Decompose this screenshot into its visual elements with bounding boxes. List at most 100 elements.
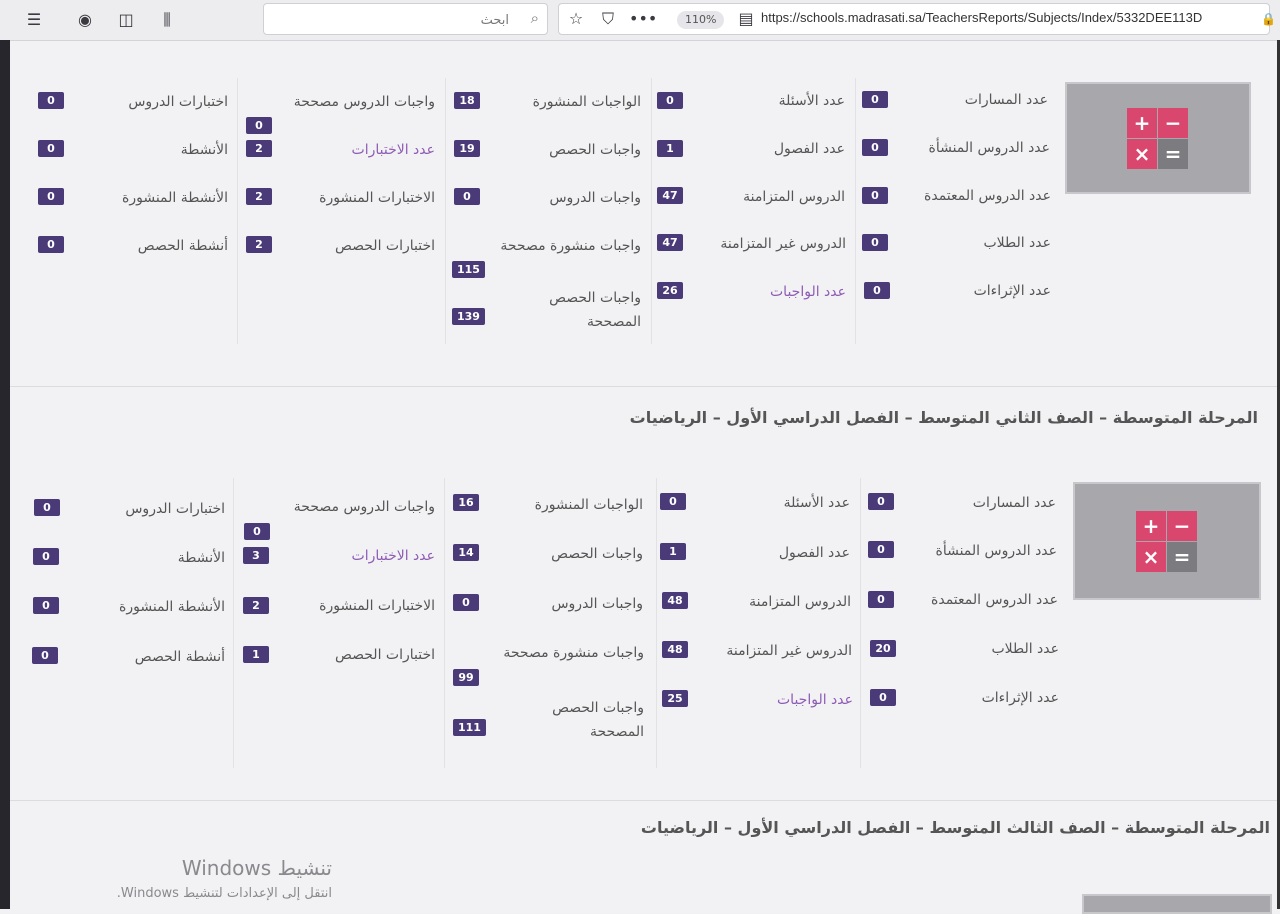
stat-badge: 0: [34, 499, 60, 516]
account-icon[interactable]: ◉: [74, 9, 96, 31]
stat-badge: 0: [454, 188, 480, 205]
stat-label: عدد الفصول: [778, 545, 850, 561]
menu-icon[interactable]: ☰: [23, 9, 45, 31]
stat-label: واجبات منشورة مصححة: [503, 645, 644, 661]
stat-badge: 2: [246, 140, 272, 157]
plus-key: +: [1127, 108, 1157, 138]
stat-badge: 0: [38, 92, 64, 109]
homework-count-link[interactable]: عدد الواجبات: [777, 692, 853, 708]
stat-label: الدروس غير المتزامنة: [726, 643, 852, 659]
stat-label: عدد الدروس المعتمدة: [924, 188, 1051, 204]
stat-label: الواجبات المنشورة: [534, 497, 643, 513]
stat-label: عدد الدروس المنشأة: [935, 543, 1057, 559]
page-info-icon[interactable]: ▤: [735, 8, 757, 30]
homework-count-link[interactable]: عدد الواجبات: [770, 284, 846, 300]
stat-badge: 0: [33, 597, 59, 614]
stat-badge: 0: [38, 188, 64, 205]
windows-activation-title: تنشيط Windows: [181, 856, 332, 880]
stat-label: الاختبارات المنشورة: [319, 190, 435, 206]
math-subject-card: + − × =: [1065, 82, 1251, 194]
stat-badge: 25: [662, 690, 688, 707]
lock-icon: 🔒: [1261, 12, 1276, 26]
stat-badge: 0: [862, 139, 888, 156]
tests-count-link[interactable]: عدد الاختبارات: [352, 142, 435, 158]
multiply-key: ×: [1127, 139, 1157, 169]
pocket-icon[interactable]: ⛉: [597, 8, 619, 30]
plus-key: +: [1136, 511, 1166, 541]
windows-activation-subtitle: انتقل إلى الإعدادات لتنشيط Windows.: [116, 886, 332, 901]
stat-label: عدد الأسئلة: [778, 93, 845, 109]
stat-label: اختبارات الدروس: [125, 501, 225, 517]
stat-label: واجبات الدروس: [551, 596, 643, 612]
stat-label: عدد الدروس المنشأة: [928, 140, 1050, 156]
stat-label: عدد الفصول: [773, 141, 845, 157]
stat-badge: 2: [243, 597, 269, 614]
stat-badge: 0: [38, 236, 64, 253]
section-title: المرحلة المتوسطة – الصف الثالث المتوسط –…: [640, 818, 1270, 837]
more-actions-icon[interactable]: •••: [629, 8, 657, 30]
stat-label: الدروس المتزامنة: [743, 189, 845, 205]
stat-label: عدد الأسئلة: [783, 495, 850, 511]
stat-label: اختبارات الدروس: [128, 94, 228, 110]
section-title: المرحلة المتوسطة – الصف الثاني المتوسط –…: [629, 408, 1258, 427]
stat-badge: 0: [862, 187, 888, 204]
stat-badge: 0: [862, 234, 888, 251]
url-bar[interactable]: ☆ ⛉ ••• 110% ▤ https://schools.madrasati…: [558, 3, 1270, 35]
stat-badge: 3: [243, 547, 269, 564]
stat-badge: 0: [864, 282, 890, 299]
zoom-level[interactable]: 110%: [677, 11, 725, 29]
minus-key: −: [1167, 511, 1197, 541]
stat-badge: 0: [453, 594, 479, 611]
multiply-key: ×: [1136, 542, 1166, 572]
stat-badge: 0: [33, 548, 59, 565]
browser-toolbar: ☰ ◉ ◫ ⫼ ⌕ ☆ ⛉ ••• 110% ▤ https://schools…: [0, 0, 1280, 41]
stat-label: واجبات الدروس: [549, 190, 641, 206]
calculator-icon: + − × =: [1136, 511, 1198, 573]
stat-badge: 115: [452, 261, 485, 278]
stat-label: واجبات الحصص المصححة: [552, 700, 644, 740]
stat-badge: 0: [862, 91, 888, 108]
stat-badge: 0: [32, 647, 58, 664]
search-input[interactable]: [277, 9, 511, 31]
stat-badge: 0: [244, 523, 270, 540]
stat-label: اختبارات الحصص: [334, 238, 435, 254]
stat-label: الأنشطة: [180, 142, 228, 158]
stat-label: الواجبات المنشورة: [532, 94, 641, 110]
search-box[interactable]: ⌕: [263, 3, 548, 35]
section-divider: [10, 800, 1277, 801]
bookmark-star-icon[interactable]: ☆: [565, 8, 587, 30]
stat-badge: 0: [657, 92, 683, 109]
left-edge: [0, 40, 10, 909]
stat-label: الدروس المتزامنة: [749, 594, 851, 610]
section-divider: [10, 386, 1277, 387]
stat-label: واجبات الدروس مصححة: [293, 94, 435, 110]
math-subject-card: + − × =: [1073, 482, 1261, 600]
stat-badge: 48: [662, 592, 688, 609]
equals-key: =: [1158, 139, 1188, 169]
stat-label: أنشطة الحصص: [137, 238, 228, 254]
stat-label: أنشطة الحصص: [134, 649, 225, 665]
stat-badge: 0: [660, 493, 686, 510]
stat-badge: 26: [657, 282, 683, 299]
stat-label: واجبات الدروس مصححة: [293, 499, 435, 515]
reader-view-icon[interactable]: ◫: [115, 9, 137, 31]
stat-badge: 0: [870, 689, 896, 706]
stat-badge: 0: [246, 117, 272, 134]
stat-badge: 47: [657, 187, 683, 204]
stat-badge: 2: [246, 236, 272, 253]
stat-label: عدد الدروس المعتمدة: [931, 592, 1058, 608]
stat-badge: 111: [453, 719, 486, 736]
stat-badge: 0: [38, 140, 64, 157]
tests-count-link[interactable]: عدد الاختبارات: [352, 548, 435, 564]
stat-label: الأنشطة المنشورة: [119, 599, 225, 615]
stat-badge: 20: [870, 640, 896, 657]
library-icon[interactable]: ⫼: [156, 9, 178, 31]
stat-badge: 0: [868, 591, 894, 608]
url-text[interactable]: https://schools.madrasati.sa/TeachersRep…: [761, 10, 1202, 25]
equals-key: =: [1167, 542, 1197, 572]
stat-badge: 139: [452, 308, 485, 325]
stat-label: عدد المسارات: [972, 495, 1056, 511]
stat-badge: 16: [453, 494, 479, 511]
stat-label: الاختبارات المنشورة: [319, 598, 435, 614]
calculator-icon: + − × =: [1127, 108, 1189, 170]
